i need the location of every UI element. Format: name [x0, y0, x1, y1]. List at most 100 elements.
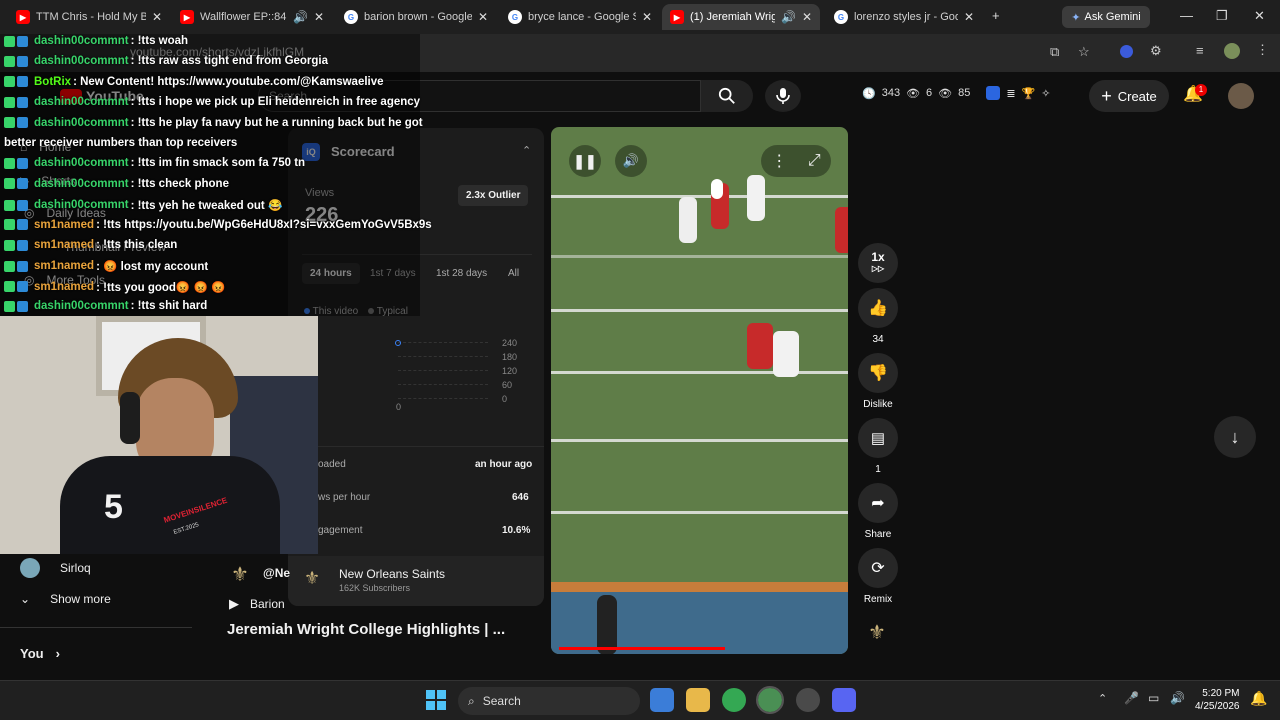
headset — [120, 392, 140, 444]
fullscreen-icon[interactable]: ⤢ — [808, 152, 821, 170]
channel-subscribers: 162K Subscribers — [339, 583, 411, 593]
sidebar-you[interactable]: You › — [20, 646, 60, 661]
chat-platform-icon — [17, 281, 28, 293]
dislike-button[interactable]: 👎 Dislike — [858, 353, 898, 410]
volume-tray-icon[interactable]: 🔊 — [1170, 691, 1185, 705]
trophy-icon[interactable]: 🏆 — [1022, 87, 1036, 100]
create-button[interactable]: + Create — [1089, 80, 1169, 112]
chat-text: : !tts check phone — [130, 177, 229, 190]
chat-text: : !tts i hope we pick up Eli heidenreich… — [130, 96, 421, 109]
clock-date: 4/25/2026 — [1195, 701, 1240, 712]
chat-platform-icon — [17, 157, 28, 169]
chat-message: dashin00commnt : !tts check phone — [4, 178, 229, 190]
chat-platform-icon — [17, 239, 28, 251]
sparkle-icon[interactable]: ✧ — [1041, 87, 1050, 100]
stat-eye-value: 6 — [926, 87, 933, 99]
browser-tab-3[interactable]: G barion brown - Google ✕ — [336, 4, 496, 30]
remix-button[interactable]: ⟳ Remix — [858, 548, 898, 605]
puzzle-icon[interactable]: ⚙ — [1150, 43, 1162, 59]
remix-label: Remix — [863, 594, 893, 605]
profile-icon[interactable] — [1224, 43, 1240, 59]
range-tab-all[interactable]: All — [508, 268, 519, 279]
comments-button[interactable]: ▤ 1 — [858, 418, 898, 475]
chrome-icon[interactable] — [722, 688, 746, 712]
video-progress-bar[interactable] — [559, 647, 725, 650]
speaker-icon[interactable]: 🔊 — [781, 10, 796, 24]
chat-text: : !tts yeh he tweaked out 😂 — [130, 200, 283, 213]
chat-message: sm1named : !tts this clean — [4, 239, 177, 251]
close-tab-icon[interactable]: ✕ — [964, 10, 974, 24]
chat-username: dashin00commnt — [34, 55, 129, 68]
chat-text: : 😡 lost my account — [96, 261, 209, 274]
list-icon[interactable]: ≣ — [1006, 87, 1015, 100]
store-icon[interactable] — [650, 688, 674, 712]
play-icon[interactable]: ▶ — [229, 596, 239, 612]
extension-icon[interactable] — [1120, 45, 1133, 58]
new-tab-button[interactable]: + — [992, 8, 1000, 23]
chat-badge-icon — [4, 300, 15, 312]
minimize-icon[interactable]: — — [1180, 8, 1193, 23]
share-button[interactable]: ➦ Share — [858, 483, 898, 540]
channel-row[interactable]: ⚜ New Orleans Saints 162K Subscribers — [288, 556, 544, 606]
search-button[interactable] — [701, 80, 753, 112]
taskbar-search[interactable]: ⌕ Search — [458, 687, 640, 715]
tab-title: bryce lance - Google S — [528, 11, 636, 23]
browser-tab-2[interactable]: ▶ Wallflower EP::84M 🔊 ✕ — [172, 4, 332, 30]
like-count: 34 — [872, 334, 884, 345]
now-playing-title[interactable]: Barion — [250, 597, 285, 611]
tab-title: TTM Chris - Hold My B — [36, 11, 146, 23]
pause-button[interactable]: ❚❚ — [569, 145, 601, 177]
menu-dots-icon[interactable]: ⋮ — [1256, 42, 1269, 58]
browser-tab-5-active[interactable]: ▶ (1) Jeremiah Wright 🔊 ✕ — [662, 4, 820, 30]
browser-tab-6[interactable]: G lorenzo styles jr - Goog ✕ — [826, 4, 982, 30]
restore-icon[interactable]: ❐ — [1216, 8, 1228, 24]
chat-badge-icon — [4, 260, 15, 272]
sidebar-show-more[interactable]: ⌄ Show more — [20, 592, 111, 606]
channel-avatar-saints-icon[interactable]: ⚜ — [868, 620, 886, 645]
chrome-profile-icon[interactable] — [756, 686, 784, 714]
browser-tab-1[interactable]: ▶ TTM Chris - Hold My B ✕ — [8, 4, 170, 30]
close-tab-icon[interactable]: ✕ — [802, 10, 812, 24]
network-icon[interactable]: ▭ — [1148, 691, 1159, 705]
microphone-tray-icon[interactable]: 🎤 — [1124, 691, 1139, 705]
browser-tab-4[interactable]: G bryce lance - Google S ✕ — [500, 4, 660, 30]
voice-search-button[interactable] — [765, 80, 801, 112]
notification-center-icon[interactable]: 🔔 — [1250, 690, 1267, 707]
chat-message: sm1named : 😡 lost my account — [4, 259, 208, 273]
discord-icon[interactable] — [832, 688, 856, 712]
taskbar-clock[interactable]: 5:20 PM 4/25/2026 — [1195, 687, 1240, 713]
account-avatar[interactable] — [1228, 83, 1254, 109]
install-icon[interactable]: ⧉ — [1050, 44, 1059, 60]
speaker-icon[interactable]: 🔊 — [293, 10, 308, 24]
star-icon[interactable]: ☆ — [1078, 44, 1090, 60]
like-button[interactable]: 👍 34 — [858, 288, 898, 345]
more-options-icon[interactable]: ⋮ — [771, 151, 787, 171]
close-window-icon[interactable]: ✕ — [1254, 8, 1265, 24]
close-tab-icon[interactable]: ✕ — [478, 10, 488, 24]
youtube-icon: ▶ — [180, 10, 194, 24]
media-icon[interactable]: ≡ — [1196, 43, 1204, 58]
pause-icon: ❚❚ — [573, 152, 597, 169]
close-tab-icon[interactable]: ✕ — [152, 10, 162, 24]
sidebar-label: Sirloq — [60, 561, 91, 575]
windows-start-icon[interactable] — [426, 690, 446, 710]
comment-icon: ▤ — [858, 418, 898, 458]
obs-icon[interactable] — [796, 688, 820, 712]
tray-chevron-icon[interactable]: ⌃ — [1098, 692, 1107, 705]
close-tab-icon[interactable]: ✕ — [314, 10, 324, 24]
close-tab-icon[interactable]: ✕ — [642, 10, 652, 24]
video-title[interactable]: Jeremiah Wright College Highlights | ... — [227, 621, 505, 638]
stat-clock-value: 343 — [881, 87, 901, 99]
collapse-icon[interactable]: ⌃ — [522, 144, 531, 157]
sidebar-item-subscription[interactable]: Sirloq — [20, 558, 91, 578]
shorts-video-player[interactable]: ❚❚ 🔊 ⋮ ⤢ — [551, 127, 848, 654]
volume-button[interactable]: 🔊 — [615, 145, 647, 177]
next-video-button[interactable]: ↓ — [1214, 416, 1256, 458]
channel-handle[interactable]: @Ne — [263, 566, 290, 580]
chat-badge-icon — [4, 96, 15, 108]
file-explorer-icon[interactable] — [686, 688, 710, 712]
range-tab-28d[interactable]: 1st 28 days — [436, 268, 487, 279]
ask-gemini-button[interactable]: ✦ Ask Gemini — [1062, 6, 1150, 28]
speed-button[interactable]: 1x ▷▷ — [858, 243, 898, 289]
vidiq-icon[interactable] — [986, 86, 1001, 100]
